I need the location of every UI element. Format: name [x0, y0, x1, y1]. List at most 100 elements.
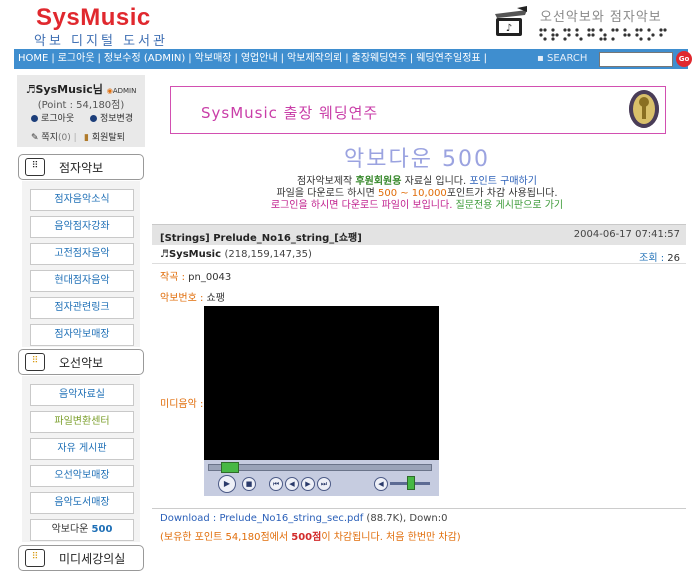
speaker-icon: ◀: [378, 480, 384, 488]
composer-label: 작곡 :: [160, 272, 189, 283]
search-label-text: SEARCH: [546, 53, 588, 64]
volume-thumb[interactable]: [407, 476, 415, 490]
staff-section-icon: ⠿: [25, 353, 45, 371]
logout-button[interactable]: 로그아웃: [31, 111, 74, 124]
withdraw-link[interactable]: ▮ 회원탈퇴: [84, 130, 125, 143]
nav-edit-profile[interactable]: 정보수정 (ADMIN): [104, 53, 185, 64]
score-number-value: 쇼팽: [206, 293, 225, 304]
post-header: [Strings] Prelude_No16_string_[쇼팽] 2004-…: [152, 224, 686, 245]
download-point-note: (보유한 포인트 54,180점에서 500점이 차감됩니다. 처음 한번만 차…: [160, 528, 461, 543]
post-views-value: 26: [667, 253, 680, 264]
sidebar-staff-panel: 음악자료실 파일변환센터 자유 게시판 오선악보매장 음악도서매장 악보다운 5…: [22, 376, 140, 542]
nav-wedding-schedule[interactable]: 웨딩연주일정표: [416, 53, 480, 64]
sidebar-item-braille-lessons[interactable]: 음악점자강좌: [30, 216, 134, 238]
stop-button[interactable]: ■: [242, 477, 256, 491]
nav-logout[interactable]: 로그아웃: [58, 53, 95, 64]
nav-score-request[interactable]: 악보제작의뢰: [287, 53, 342, 64]
sidebar-item-braille-links[interactable]: 점자관련링크: [30, 297, 134, 319]
banner-text: SysMusic 출장 웨딩연주: [201, 104, 379, 122]
sidebar-item-file-conversion[interactable]: 파일변환센터: [30, 411, 134, 433]
note-text-c: 이 차감됩니다. 처음 한번만 차감): [321, 532, 461, 543]
search-label: ▪ SEARCH: [537, 53, 588, 64]
sidebar-item-score-download-500[interactable]: 악보다운 500: [30, 519, 134, 541]
forward-icon: ▶: [305, 480, 311, 488]
sidebar-item-free-board[interactable]: 자유 게시판: [30, 438, 134, 460]
rewind-icon: ◀: [289, 480, 295, 488]
post-author-line: ♬SysMusic (218,159,147,35): [160, 249, 312, 260]
media-player-controls: ▶ ■ ⏮ ◀ ▶ ⏭ ◀: [204, 460, 439, 496]
sidebar-item-braille-news[interactable]: 점자음악소식: [30, 189, 134, 211]
svg-text:♪: ♪: [506, 23, 512, 34]
music-note-icon: ♬: [25, 83, 36, 96]
forward-button[interactable]: ▶: [301, 477, 315, 491]
note-points: 500점: [291, 532, 322, 543]
tuba-emblem-icon: [629, 90, 659, 128]
info3-login-note: 로그인을 하시면 다운로드 파일이 보입니다.: [270, 200, 453, 211]
download-label: Download :: [160, 513, 220, 524]
download-section: Download : Prelude_No16_string_sec.pdf (…: [152, 508, 686, 549]
sidebar-item-music-archive[interactable]: 음악자료실: [30, 384, 134, 406]
post-meta: ♬SysMusic (218,159,147,35) 조회 : 26: [152, 247, 686, 264]
sidebar-section-staff[interactable]: ⠿ 오선악보: [18, 349, 144, 375]
seek-thumb[interactable]: [221, 462, 240, 473]
search-input[interactable]: [599, 52, 673, 67]
post-views-label: 조회 :: [639, 253, 668, 264]
sidebar-section-braille-label: 점자악보: [59, 161, 104, 175]
profile-change-label: 정보변경: [100, 114, 134, 124]
post-author[interactable]: SysMusic: [169, 249, 221, 260]
composer-row: 작곡 : pn_0043: [160, 268, 231, 283]
search-go-button[interactable]: Go: [676, 51, 692, 67]
sidebar-item-book-store[interactable]: 음악도서매장: [30, 492, 134, 514]
braille-dots-icon: [539, 28, 667, 41]
post-date: 2004-06-17 07:41:57: [573, 229, 680, 240]
rewind-button[interactable]: ◀: [285, 477, 299, 491]
nav-score-store[interactable]: 악보매장: [195, 53, 232, 64]
sidebar-section-staff-label: 오선악보: [59, 356, 104, 370]
site-logo-title[interactable]: SysMusic: [36, 4, 151, 32]
post-views: 조회 : 26: [639, 249, 680, 264]
sidebar-item-modern-braille[interactable]: 현대점자음악: [30, 270, 134, 292]
sidebar-item-classical-braille[interactable]: 고전점자음악: [30, 243, 134, 265]
download-line: Download : Prelude_No16_string_sec.pdf (…: [160, 513, 447, 524]
nav-business-info[interactable]: 영업안내: [241, 53, 278, 64]
music-note-icon: ♬: [160, 249, 169, 260]
info-line-3: 로그인을 하시면 다운로드 파일이 보입니다. 질문전용 게시판으로 가기: [170, 196, 664, 211]
braille-tagline: 오선악보와 점자악보: [540, 10, 662, 25]
user-name: SysMusic님: [35, 83, 103, 96]
sidebar-item-staff-store[interactable]: 오선악보매장: [30, 465, 134, 487]
profile-change-button[interactable]: 정보변경: [90, 111, 133, 124]
question-board-link[interactable]: 질문전용 게시판으로 가기: [452, 200, 564, 211]
nav-wedding-performance[interactable]: 출장웨딩연주: [352, 53, 407, 64]
sidebar-item-score-download-number: 500: [91, 524, 113, 535]
wedding-banner[interactable]: SysMusic 출장 웨딩연주: [170, 86, 666, 134]
sidebar-section-braille[interactable]: ⠿ 점자악보: [18, 154, 144, 180]
bullet-icon: [90, 115, 97, 122]
composer-value: pn_0043: [188, 272, 232, 283]
braille-section-icon: ⠿: [25, 158, 45, 176]
midi-section-icon: ⠿: [25, 549, 45, 567]
bullet-icon: [31, 115, 38, 122]
user-name-line: ♬SysMusic님 ◉ADMIN: [17, 81, 145, 97]
previous-icon: ⏮: [272, 480, 280, 488]
sidebar-item-braille-store[interactable]: 점자악보매장: [30, 324, 134, 346]
midi-label: 미디음악 :: [160, 399, 204, 410]
site-logo-subtitle: 악보 디지털 도서관: [34, 34, 168, 49]
score-number-row: 악보번호 : 쇼팽: [160, 289, 225, 304]
door-icon: ▮: [84, 133, 89, 143]
stop-icon: ■: [245, 480, 253, 488]
memo-count: (0): [57, 133, 71, 143]
memo-label: 쪽지: [41, 133, 58, 143]
play-button[interactable]: ▶: [218, 475, 236, 493]
page-title: 악보다운 500: [344, 147, 490, 172]
sidebar-section-midi[interactable]: ⠿ 미디세강의실: [18, 545, 144, 571]
sidebar-braille-panel: 점자음악소식 음악점자강좌 고전점자음악 현대점자음악 점자관련링크 점자악보매…: [22, 181, 140, 347]
memo-link[interactable]: ✎ 쪽지(0) |: [31, 130, 77, 143]
post-ip: (218,159,147,35): [224, 249, 312, 260]
download-file-link[interactable]: Prelude_No16_string_sec.pdf: [219, 513, 363, 524]
nav-home[interactable]: HOME: [18, 53, 48, 64]
braille-book-icon: ♪: [495, 6, 527, 36]
seek-bar[interactable]: [208, 464, 432, 471]
previous-button[interactable]: ⏮: [269, 477, 283, 491]
mute-button[interactable]: ◀: [374, 477, 388, 491]
next-button[interactable]: ⏭: [317, 477, 331, 491]
